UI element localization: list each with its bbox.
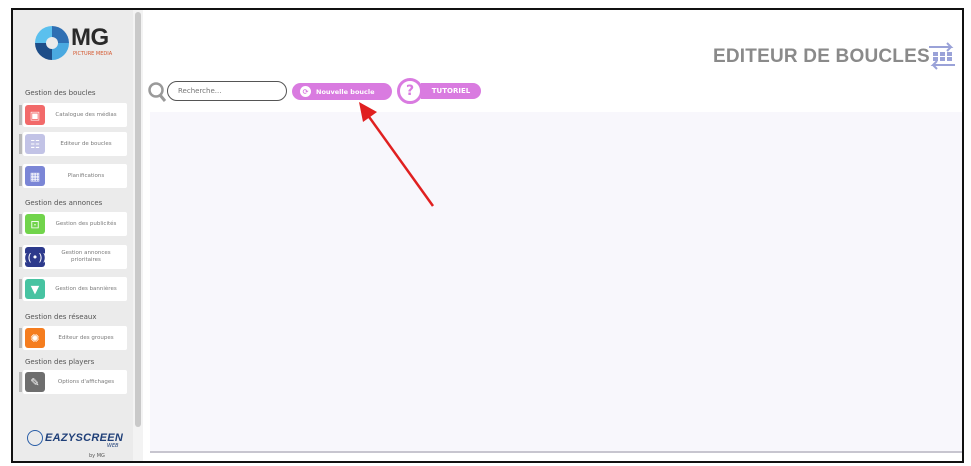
section-announcements: Gestion des annonces (25, 199, 103, 207)
calendar-icon: ▦ (25, 166, 45, 186)
logo-text: MG (71, 24, 109, 51)
globe-icon (27, 430, 43, 446)
tutorial-label: TUTORIEL (421, 83, 481, 99)
item-indicator (19, 247, 22, 267)
brand-suffix: WEB (107, 443, 119, 449)
loop-editor-icon: ☷ (25, 134, 45, 154)
sidebar-item-advertising[interactable]: ⊡ Gestion des publicités (19, 212, 127, 236)
logo-circle-icon (35, 26, 69, 60)
sidebar-item-label: Editeur des groupes (58, 334, 114, 341)
item-indicator (19, 328, 22, 348)
new-loop-button[interactable]: ⟳ Nouvelle boucle (292, 83, 392, 100)
section-loops: Gestion des boucles (25, 89, 96, 97)
sidebar-item-banners[interactable]: ▼ Gestion des bannières (19, 277, 127, 301)
sidebar-item-priority-announcements[interactable]: ((•)) Gestion annonces prioritaires (19, 245, 127, 269)
mg-logo[interactable]: MG PICTURE MEDIA (35, 24, 115, 64)
advertising-icon: ⊡ (25, 214, 45, 234)
section-networks: Gestion des réseaux (25, 313, 97, 321)
brand-by: by MG (89, 453, 105, 459)
media-catalog-icon: ▣ (25, 105, 45, 125)
search-input[interactable] (167, 81, 287, 101)
sidebar-item-label: Options d'affichages (57, 378, 115, 385)
sidebar-item-display-options[interactable]: ✎ Options d'affichages (19, 370, 127, 394)
page-title: EDITEUR DE BOUCLES (713, 46, 930, 67)
item-indicator (19, 134, 22, 154)
item-indicator (19, 166, 22, 186)
sidebar-item-label: Editeur de boucles (60, 140, 112, 147)
item-indicator (19, 372, 22, 392)
logo-subtitle: PICTURE MEDIA (73, 51, 113, 57)
sidebar-scrollbar[interactable] (133, 10, 143, 461)
sidebar: MG PICTURE MEDIA Gestion des boucles ▣ C… (13, 10, 133, 461)
new-loop-label: Nouvelle boucle (316, 87, 375, 96)
sidebar-item-label: Gestion des publicités (55, 220, 117, 227)
loop-editor-title-icon (929, 42, 955, 70)
sidebar-item-planifications[interactable]: ▦ Planifications (19, 164, 127, 188)
item-indicator (19, 105, 22, 125)
sidebar-item-loop-editor[interactable]: ☷ Editeur de boucles (19, 132, 127, 156)
loops-content-area (150, 112, 962, 453)
scrollbar-thumb[interactable] (135, 12, 141, 427)
groups-icon: ✺ (25, 328, 45, 348)
app-window: MG PICTURE MEDIA Gestion des boucles ▣ C… (11, 8, 964, 463)
sidebar-item-label: Gestion des bannières (55, 285, 117, 292)
sidebar-item-label: Catalogue des médias (55, 111, 117, 118)
brush-icon: ✎ (25, 372, 45, 392)
item-indicator (19, 279, 22, 299)
item-indicator (19, 214, 22, 234)
search-icon[interactable] (147, 82, 167, 102)
banner-icon: ▼ (25, 279, 45, 299)
sidebar-item-groups-editor[interactable]: ✺ Editeur des groupes (19, 326, 127, 350)
sidebar-item-label: Gestion annonces prioritaires (61, 250, 111, 263)
section-players: Gestion des players (25, 358, 95, 366)
broadcast-icon: ((•)) (23, 247, 47, 267)
loop-icon: ⟳ (300, 86, 311, 97)
sidebar-item-media-catalog[interactable]: ▣ Catalogue des médias (19, 103, 127, 127)
help-icon: ? (397, 78, 423, 104)
sidebar-item-label: Planifications (67, 172, 105, 179)
annotation-arrow-icon (359, 102, 435, 207)
